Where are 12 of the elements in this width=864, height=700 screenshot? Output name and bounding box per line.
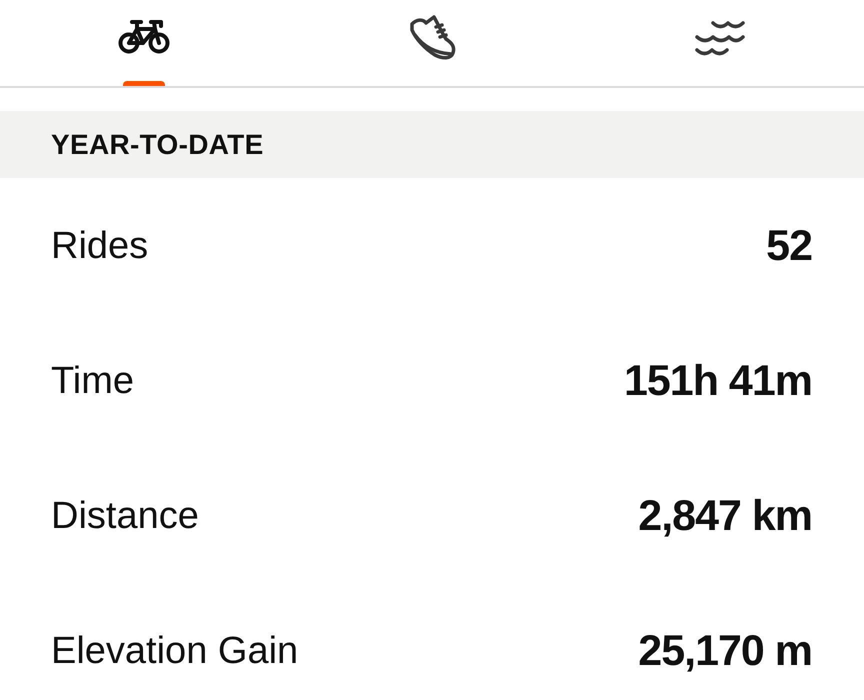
stat-label: Distance: [51, 495, 199, 538]
stat-value: 52: [766, 222, 812, 271]
stat-label: Time: [51, 360, 134, 403]
selected-tab-indicator: [123, 81, 165, 86]
stat-value: 151h 41m: [624, 357, 812, 406]
stat-label: Elevation Gain: [51, 630, 298, 673]
waves-icon: [695, 18, 745, 56]
bicycle-icon: [118, 18, 170, 54]
stat-value: 25,170 m: [638, 627, 812, 676]
stat-value: 2,847 km: [638, 492, 812, 541]
section-title: YEAR-TO-DATE: [51, 128, 264, 160]
stat-label: Rides: [51, 225, 148, 268]
